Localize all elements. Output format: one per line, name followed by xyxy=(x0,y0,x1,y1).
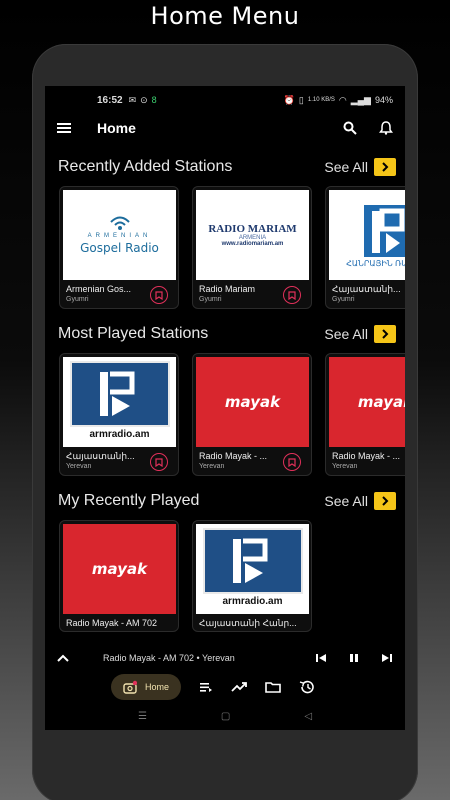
vpn-icon: ⊙ xyxy=(140,94,148,105)
status-time: 16:52 xyxy=(97,94,123,106)
hanrayin-logo-icon xyxy=(363,204,405,257)
station-logo-mayak: mayak xyxy=(63,524,176,614)
gospel-label: Gospel Radio xyxy=(80,241,159,255)
see-all-label: See All xyxy=(324,493,368,509)
hanrayin-label: ՀԱՆՐԱՅԻՆ ՌԱԴԻՈ xyxy=(346,258,405,268)
station-card[interactable]: mayak Radio Mayak - ... Yerevan xyxy=(192,353,312,476)
radio-home-icon xyxy=(123,680,137,694)
app-screen: 16:52 ✉ ⊙ 8 ⏰ ▯ 1.10 KB/S ◠ ▂▄▆ 94% Home… xyxy=(45,86,405,730)
signal-icon: ▂▄▆ xyxy=(350,94,371,105)
station-logo-mayak: mayak xyxy=(329,357,405,447)
station-card[interactable]: RADIO MARIAM ARMENIA www.radiomariam.am … xyxy=(192,186,312,309)
vibrate-icon: ▯ xyxy=(298,94,304,105)
mariam-label: RADIO MARIAM xyxy=(208,223,297,235)
station-name: Radio Mayak - ... xyxy=(332,451,401,461)
chevron-up-icon[interactable] xyxy=(57,654,69,662)
mayak-label: mayak xyxy=(91,560,148,578)
section-most-played: Most Played Stations See All armradio.am… xyxy=(45,319,405,476)
see-all-button[interactable]: See All xyxy=(324,158,396,176)
status-bar: 16:52 ✉ ⊙ 8 ⏰ ▯ 1.10 KB/S ◠ ▂▄▆ 94% xyxy=(45,86,405,114)
see-all-label: See All xyxy=(324,326,368,342)
see-all-label: See All xyxy=(324,159,368,175)
station-name: Radio Mariam xyxy=(199,284,256,294)
station-name: Հայաստանի... xyxy=(66,451,135,461)
station-name: Հայաստանի Հանր... xyxy=(199,618,297,628)
sim-badge: 8 xyxy=(151,95,157,105)
see-all-button[interactable]: See All xyxy=(324,325,396,343)
folder-icon[interactable] xyxy=(265,681,281,693)
station-card[interactable]: mayak Radio Mayak - ... Yerevan xyxy=(325,353,405,476)
chevron-right-icon xyxy=(374,325,396,343)
mariam-url: www.radiomariam.am xyxy=(221,241,284,247)
station-location: Yerevan xyxy=(199,463,225,470)
station-card[interactable]: armradio.am Հայաստանի... Yerevan xyxy=(59,353,179,476)
back-icon[interactable]: ◁ xyxy=(304,711,312,722)
armradio-label: armradio.am xyxy=(69,427,170,443)
notification-bell-icon[interactable] xyxy=(379,121,393,135)
mini-player[interactable]: Radio Mayak - AM 702 • Yerevan xyxy=(45,646,405,670)
section-title: Most Played Stations xyxy=(58,325,209,342)
station-card[interactable]: ARMENIAN Gospel Radio Armenian Gos... Gy… xyxy=(59,186,179,309)
station-card[interactable]: mayak Radio Mayak - AM 702 xyxy=(59,520,179,632)
chevron-right-icon xyxy=(374,158,396,176)
alarm-icon: ⏰ xyxy=(283,94,295,105)
section-recently-added: Recently Added Stations See All ARMENIAN… xyxy=(45,152,405,309)
bookmark-icon[interactable] xyxy=(283,453,301,471)
bookmark-icon[interactable] xyxy=(283,286,301,304)
station-location: Yerevan xyxy=(332,463,358,470)
station-location: Yerevan xyxy=(66,463,92,470)
app-bar: Home xyxy=(45,114,405,142)
mayak-label: mayak xyxy=(357,393,405,411)
chat-icon: ✉ xyxy=(128,94,137,105)
bookmark-icon[interactable] xyxy=(150,453,168,471)
home-system-icon[interactable]: ▢ xyxy=(221,711,230,722)
battery-level: 94% xyxy=(374,95,393,105)
pause-icon[interactable] xyxy=(349,653,359,663)
chevron-right-icon xyxy=(374,492,396,510)
net-speed: 1.10 KB/S xyxy=(307,97,335,103)
bookmark-icon[interactable] xyxy=(150,286,168,304)
section-title: My Recently Played xyxy=(58,492,200,509)
queue-icon[interactable] xyxy=(199,681,213,693)
station-logo-gospel: ARMENIAN Gospel Radio xyxy=(63,190,176,280)
armradio-label: armradio.am xyxy=(202,594,303,610)
station-location: Gyumri xyxy=(66,296,89,303)
station-card[interactable]: armradio.am Հայաստանի Հանր... xyxy=(192,520,312,632)
search-icon[interactable] xyxy=(343,121,357,135)
station-location: Gyumri xyxy=(332,296,355,303)
station-name: Armenian Gos... xyxy=(66,284,132,294)
nav-home[interactable]: Home xyxy=(111,674,182,700)
station-logo-hanrayin: ՀԱՆՐԱՅԻՆ ՌԱԴԻՈ xyxy=(329,190,405,280)
recents-icon[interactable]: ☰ xyxy=(138,711,147,722)
gospel-small-label: ARMENIAN xyxy=(87,233,152,239)
trending-icon[interactable] xyxy=(231,681,247,693)
station-logo-mariam: RADIO MARIAM ARMENIA www.radiomariam.am xyxy=(196,190,309,280)
section-recently-played: My Recently Played See All mayak Radio M… xyxy=(45,486,405,632)
next-icon[interactable] xyxy=(381,653,393,663)
armradio-logo-icon xyxy=(202,528,303,594)
station-logo-armradio: armradio.am xyxy=(63,357,176,447)
station-card[interactable]: ՀԱՆՐԱՅԻՆ ՌԱԴԻՈ Հայաստանի... Gyumri xyxy=(325,186,405,309)
system-nav: ☰ ▢ ◁ xyxy=(45,706,405,726)
armradio-logo-icon xyxy=(69,361,170,427)
menu-icon[interactable] xyxy=(57,123,71,133)
promo-title: Home Menu xyxy=(150,2,300,30)
bottom-nav: Home xyxy=(45,672,405,702)
station-name: Radio Mayak - ... xyxy=(199,451,268,461)
see-all-button[interactable]: See All xyxy=(324,492,396,510)
history-icon[interactable] xyxy=(299,680,315,694)
nav-home-label: Home xyxy=(145,682,170,692)
station-logo-mayak: mayak xyxy=(196,357,309,447)
station-name: Radio Mayak - AM 702 xyxy=(66,618,158,628)
station-name: Հայաստանի... xyxy=(332,284,401,294)
station-logo-armradio: armradio.am xyxy=(196,524,309,614)
station-location: Gyumri xyxy=(199,296,222,303)
wifi-icon: ◠ xyxy=(338,94,347,105)
mayak-label: mayak xyxy=(224,393,281,411)
wifi-broadcast-icon xyxy=(109,216,130,230)
section-title: Recently Added Stations xyxy=(58,158,233,175)
now-playing-title: Radio Mayak - AM 702 • Yerevan xyxy=(103,653,235,663)
page-title: Home xyxy=(97,120,136,136)
previous-icon[interactable] xyxy=(315,653,327,663)
